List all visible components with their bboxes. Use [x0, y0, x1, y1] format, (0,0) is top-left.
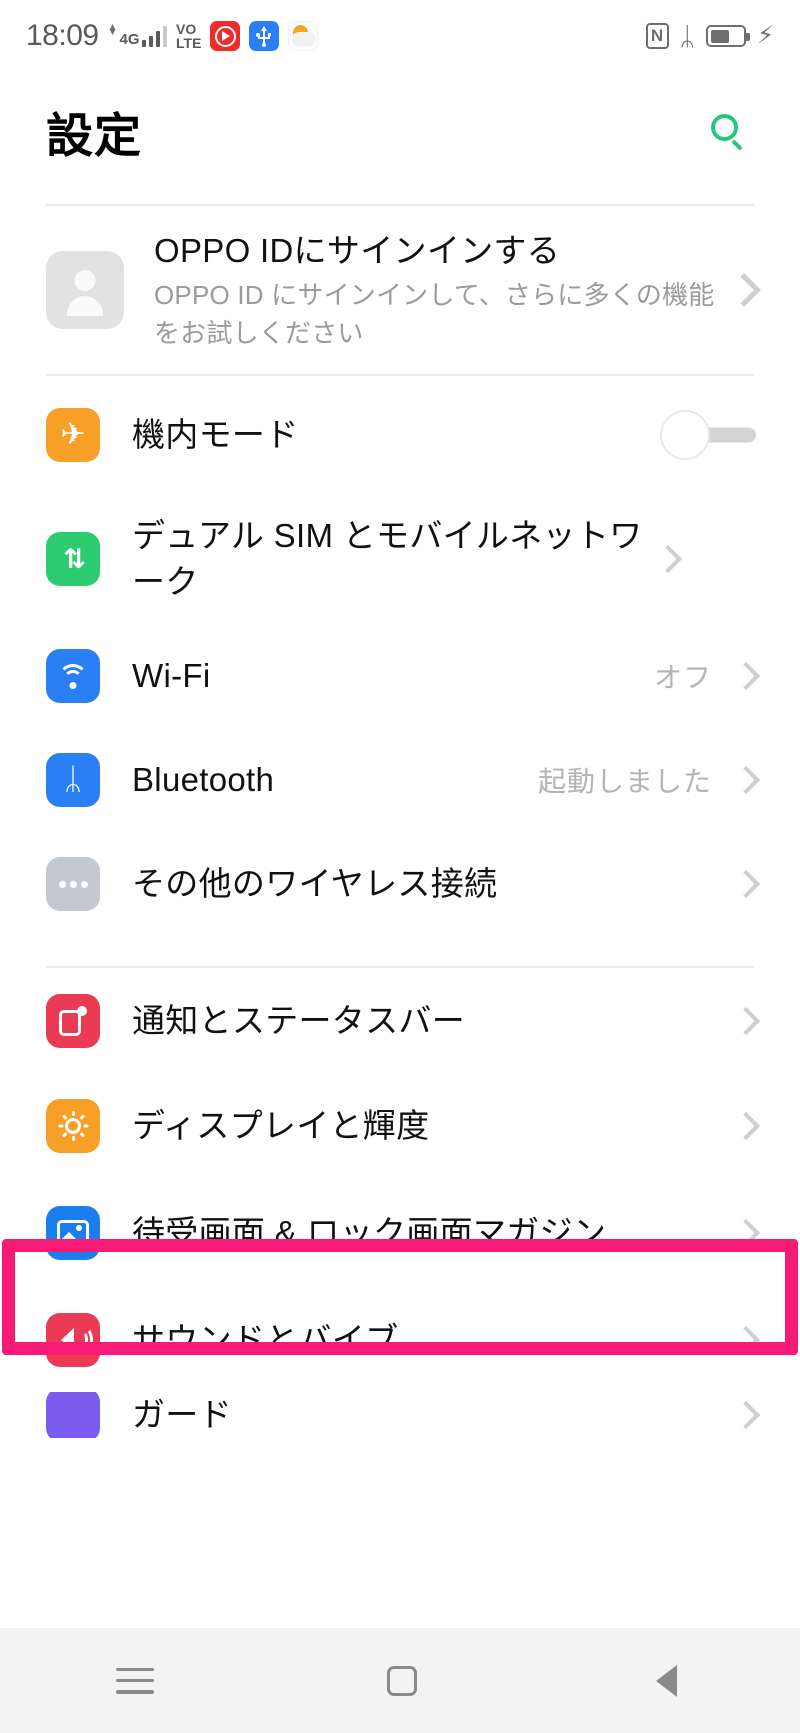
- chevron-right-icon: [731, 869, 761, 899]
- row-label-wrap: サウンドとバイブ: [132, 1317, 730, 1363]
- account-subtitle: OPPO ID にサインインして、さらに多くの機能をお試しください: [154, 280, 715, 348]
- row-wallpaper-lockscreen-magazine[interactable]: 待受画面 & ロック画面マガジン: [0, 1178, 800, 1288]
- bluetooth-icon: ᛦ: [679, 21, 696, 51]
- back-button[interactable]: [650, 1664, 684, 1698]
- row-label-wrap: デュアル SIM とモバイルネットワーク: [132, 513, 652, 605]
- row-other-wireless[interactable]: その他のワイヤレス接続: [0, 832, 800, 936]
- data-arrows-icon: ▲ ▼: [107, 22, 118, 38]
- signal-group: ▲ ▼ 4G: [107, 22, 167, 48]
- airplane-icon: ✈: [46, 408, 100, 462]
- menu-icon: [116, 1667, 155, 1694]
- row-label-wrap: ディスプレイと輝度: [132, 1103, 730, 1149]
- row-display-brightness[interactable]: ディスプレイと輝度: [0, 1074, 800, 1178]
- chevron-right-icon: [653, 544, 683, 574]
- weather-icon: [288, 21, 319, 51]
- chevron-right-icon: [731, 1325, 761, 1355]
- navigation-bar: [0, 1628, 800, 1733]
- status-bar-right: ᛦ ⚡: [645, 21, 774, 51]
- row-value: 起動しました: [537, 766, 712, 797]
- row-label: 待受画面 & ロック画面マガジン: [132, 1214, 607, 1251]
- account-title: OPPO IDにサインインする: [154, 232, 561, 269]
- sound-vibration-icon: [46, 1313, 100, 1367]
- row-label-wrap: Bluetooth: [132, 757, 538, 803]
- bluetooth-icon: ᛦ: [46, 753, 100, 807]
- sim-network-icon: ⇅: [46, 532, 100, 586]
- row-label-wrap: 待受画面 & ロック画面マガジン: [132, 1210, 730, 1256]
- row-label: Bluetooth: [132, 761, 275, 798]
- row-label-wrap: その他のワイヤレス接続: [132, 861, 730, 907]
- chevron-right-icon: [731, 1006, 761, 1036]
- status-bar-left: 18:09 ▲ ▼ 4G VO LTE: [26, 19, 319, 53]
- chevron-right-icon: [731, 661, 761, 691]
- row-label: 通知とステータスバー: [132, 1002, 465, 1039]
- chevron-right-icon: [731, 1218, 761, 1248]
- account-labels: OPPO IDにサインインする OPPO ID にサインインして、さらに多くの機…: [154, 228, 726, 352]
- row-wifi[interactable]: Wi-Fi オフ: [0, 624, 800, 728]
- row-bluetooth[interactable]: ᛦ Bluetooth 起動しました: [0, 728, 800, 832]
- row-label: 機内モード: [132, 416, 299, 453]
- brightness-icon: [46, 1099, 100, 1153]
- square-icon: [386, 1665, 417, 1696]
- charging-bolt-icon: ⚡: [757, 22, 774, 49]
- volte-icon: VO LTE: [176, 21, 202, 51]
- usb-glyph: [256, 26, 272, 47]
- wifi-icon: [46, 649, 100, 703]
- row-label-wrap: Wi-Fi: [132, 653, 654, 699]
- row-dual-sim[interactable]: ⇅ デュアル SIM とモバイルネットワーク: [0, 494, 800, 624]
- avatar-icon: [46, 251, 124, 329]
- triangle-back-icon: [650, 1664, 684, 1698]
- row-label: その他のワイヤレス接続: [132, 865, 498, 902]
- chevron-right-icon: [727, 273, 761, 307]
- row-value: オフ: [653, 662, 712, 693]
- chevron-right-icon: [731, 765, 761, 795]
- home-button[interactable]: [386, 1665, 417, 1696]
- network-type-label: 4G: [119, 31, 140, 48]
- airplane-mode-toggle[interactable]: [660, 410, 756, 460]
- search-button[interactable]: [700, 103, 756, 159]
- youtube-music-icon: [210, 21, 241, 51]
- status-time: 18:09: [26, 19, 99, 52]
- row-label: ディスプレイと輝度: [132, 1107, 430, 1144]
- search-icon: [711, 114, 745, 151]
- nfc-icon: [645, 23, 669, 49]
- settings-screen: 18:09 ▲ ▼ 4G VO LTE N ᛦ ⚡ 設定 OPPO IDにサイン…: [0, 0, 800, 1733]
- row-sound-vibration[interactable]: サウンドとバイブ: [0, 1288, 800, 1392]
- more-wireless-icon: [46, 857, 100, 911]
- wallpaper-icon: [46, 1206, 100, 1260]
- partial-row-icon: [46, 1392, 100, 1438]
- row-label-wrap: 通知とステータスバー: [132, 998, 730, 1044]
- row-airplane-mode[interactable]: ✈ 機内モード: [0, 376, 800, 494]
- signal-bars-icon: [141, 26, 167, 47]
- chevron-right-icon: [731, 1400, 761, 1430]
- notification-icon: [46, 994, 100, 1048]
- recents-button[interactable]: [116, 1667, 155, 1694]
- row-label: Wi-Fi: [132, 657, 211, 694]
- row-partially-visible[interactable]: ガード: [0, 1392, 800, 1438]
- account-row[interactable]: OPPO IDにサインインする OPPO ID にサインインして、さらに多くの機…: [0, 206, 800, 374]
- battery-icon: [706, 25, 751, 47]
- row-label-wrap: ガード: [132, 1396, 232, 1433]
- row-notifications[interactable]: 通知とステータスバー: [0, 968, 800, 1074]
- row-label: デュアル SIM とモバイルネットワーク: [132, 517, 643, 600]
- settings-list: OPPO IDにサインインする OPPO ID にサインインして、さらに多くの機…: [0, 206, 800, 1438]
- row-label: サウンドとバイブ: [132, 1321, 399, 1358]
- row-label-wrap: 機内モード: [132, 412, 660, 458]
- page-header: 設定: [0, 72, 800, 190]
- chevron-right-icon: [731, 1111, 761, 1141]
- usb-icon: [249, 21, 280, 51]
- status-bar: 18:09 ▲ ▼ 4G VO LTE N ᛦ ⚡: [0, 0, 800, 72]
- page-title: 設定: [46, 108, 142, 162]
